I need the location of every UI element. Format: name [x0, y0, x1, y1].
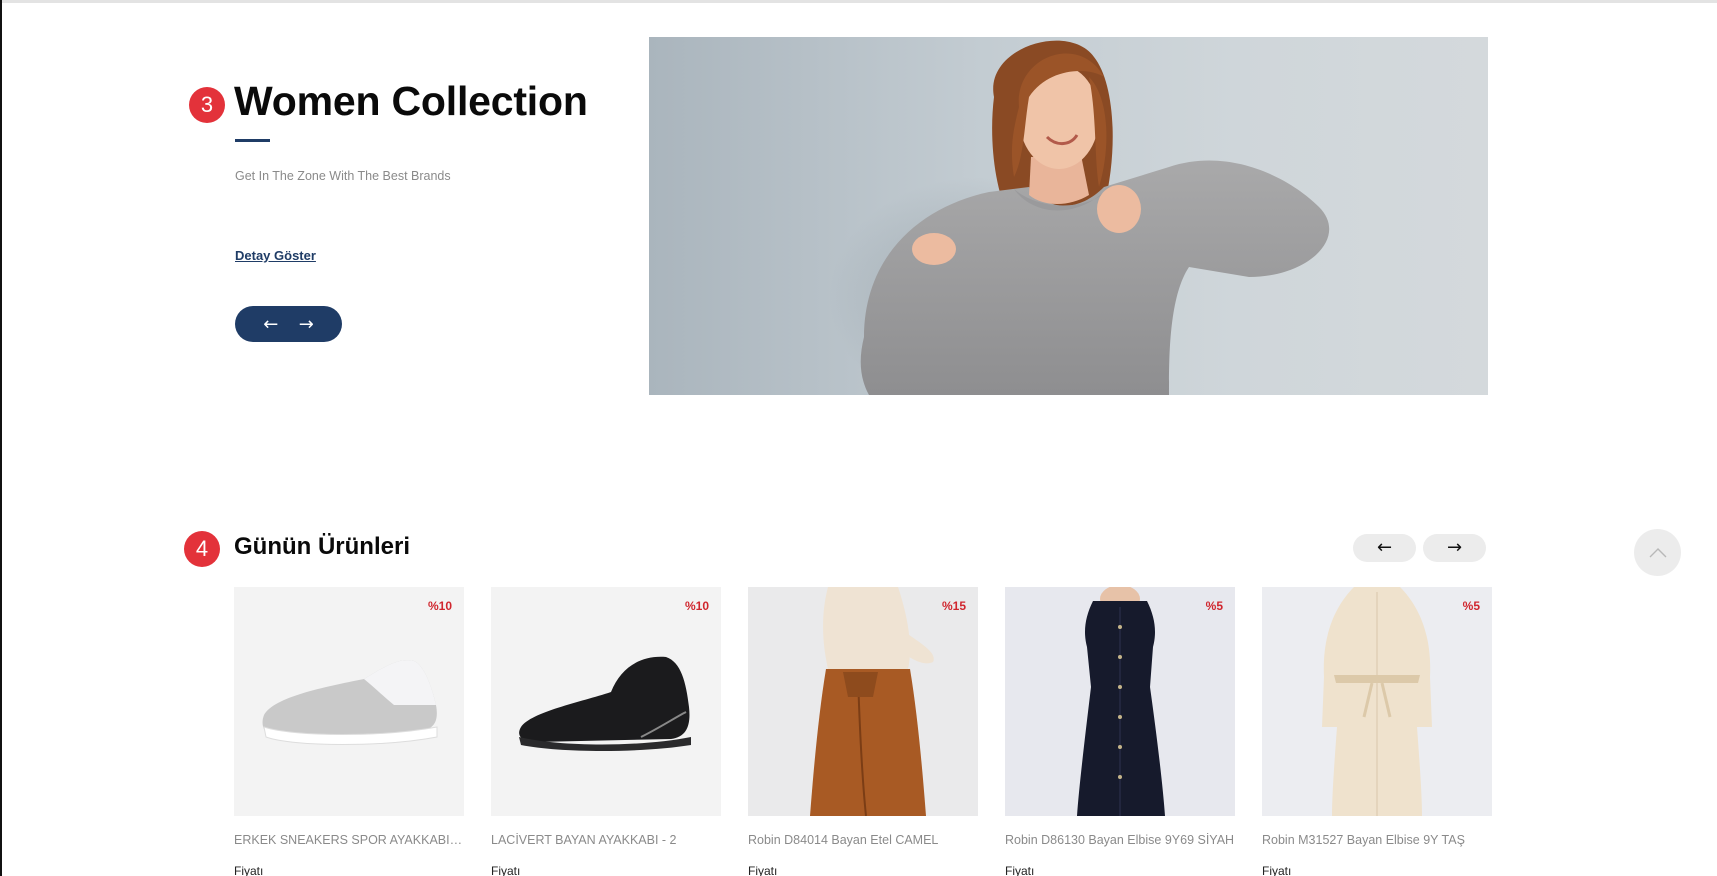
discount-badge: %5 — [1205, 599, 1223, 613]
hero-next-arrow-icon[interactable]: → — [299, 314, 314, 335]
product-name[interactable]: Robin D86130 Bayan Elbise 9Y69 SİYAH — [1005, 833, 1235, 847]
left-window-edge — [0, 0, 2, 876]
product-image[interactable]: %15 — [748, 587, 978, 816]
hero-subtitle: Get In The Zone With The Best Brands — [235, 169, 451, 183]
discount-badge: %10 — [427, 599, 452, 613]
sneaker-image — [262, 660, 438, 745]
price-label: Fiyatı — [1262, 864, 1292, 876]
step-badge-4: 4 — [184, 531, 220, 567]
detail-link[interactable]: Detay Göster — [235, 248, 316, 263]
scroll-to-top-button[interactable] — [1634, 529, 1681, 576]
chevron-up-icon — [1649, 547, 1666, 557]
woman-in-sweatshirt-illustration — [829, 40, 1330, 395]
discount-badge: %5 — [1462, 599, 1480, 613]
price-label: Fiyatı — [234, 864, 264, 876]
price-label: Fiyatı — [1005, 864, 1035, 876]
shirt-dress-image — [1322, 587, 1432, 816]
product-image[interactable]: %10 — [491, 587, 721, 816]
products-next-button[interactable]: → — [1423, 534, 1486, 562]
hero-slider-nav: ← → — [235, 306, 342, 342]
discount-badge: %10 — [684, 599, 709, 613]
skirt-outfit-image — [810, 587, 934, 816]
product-card[interactable]: %10 ERKEK SNEAKERS SPOR AYAKKABI - 2 Fiy… — [234, 587, 464, 876]
product-name[interactable]: LACİVERT BAYAN AYAKKABI - 2 — [491, 833, 721, 847]
dress-image — [1077, 587, 1165, 816]
hero-prev-arrow-icon[interactable]: ← — [263, 314, 278, 335]
price-label: Fiyatı — [748, 864, 778, 876]
product-image[interactable]: %5 — [1262, 587, 1492, 816]
price-label: Fiyatı — [491, 864, 521, 876]
section-title: Günün Ürünleri — [234, 533, 410, 560]
product-card[interactable]: %5 Robin M31527 Bayan Elbise 9Y TAŞ Fiya… — [1262, 587, 1492, 876]
product-card[interactable]: %15 Robin D84014 Bayan Etel CAMEL Fiyatı — [748, 587, 978, 876]
discount-badge: %15 — [941, 599, 966, 613]
product-image[interactable]: %10 — [234, 587, 464, 816]
product-name[interactable]: ERKEK SNEAKERS SPOR AYAKKABI - 2 — [234, 833, 464, 847]
product-card[interactable]: %10 LACİVERT BAYAN AYAKKABI - 2 Fiyatı — [491, 587, 721, 876]
boot-image — [519, 656, 691, 751]
product-card[interactable]: %5 Robin D86130 Bayan Elbise 9Y69 SİYAH … — [1005, 587, 1235, 876]
title-underline — [235, 139, 270, 142]
product-name[interactable]: Robin M31527 Bayan Elbise 9Y TAŞ — [1262, 833, 1492, 847]
step-badge-3: 3 — [189, 87, 225, 123]
top-divider — [0, 0, 1717, 3]
hero-banner-image[interactable] — [649, 37, 1488, 395]
product-image[interactable]: %5 — [1005, 587, 1235, 816]
product-name[interactable]: Robin D84014 Bayan Etel CAMEL — [748, 833, 978, 847]
hero-title: Women Collection — [234, 78, 588, 124]
products-prev-button[interactable]: ← — [1353, 534, 1416, 562]
